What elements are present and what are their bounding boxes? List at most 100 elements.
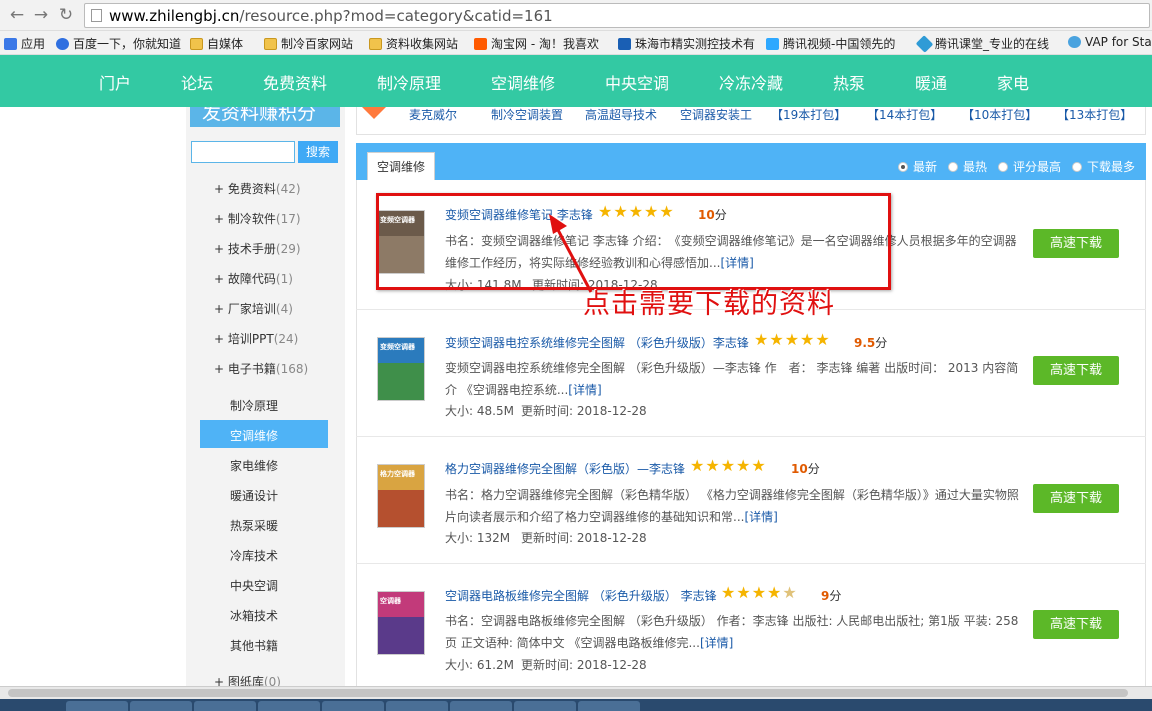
- highlight-box: [376, 193, 891, 290]
- nav-central-ac[interactable]: 中央空调: [605, 70, 669, 94]
- bookmark-tencent-video[interactable]: 腾讯视频-中国领先的: [766, 35, 895, 52]
- book-cover-thumbnail[interactable]: 格力空调器: [377, 464, 425, 528]
- download-button[interactable]: 高速下载: [1033, 484, 1119, 513]
- radio-icon: [898, 162, 908, 172]
- nav-appliance[interactable]: 家电: [997, 70, 1029, 94]
- nav-forum[interactable]: 论坛: [181, 70, 213, 94]
- nav-free-resources[interactable]: 免费资料: [263, 70, 327, 94]
- nav-portal[interactable]: 门户: [99, 70, 131, 94]
- resource-description: 书名：空调器电路板维修完全图解 （彩色升级版） 作者：李志锋 出版社: 人民邮电…: [445, 614, 1019, 650]
- package-link[interactable]: 麦克威尔: [409, 106, 457, 123]
- radio-icon: [1072, 162, 1082, 172]
- bookmark-tencent-class[interactable]: 腾讯课堂_专业的在线: [915, 35, 1049, 53]
- search-input[interactable]: [191, 141, 295, 163]
- bookmark-apps[interactable]: 应用: [4, 35, 45, 52]
- package-link[interactable]: 空调器安装工: [680, 106, 752, 123]
- bookmark-ziliao[interactable]: 资料收集网站: [369, 35, 458, 52]
- site-icon: [618, 38, 631, 50]
- detail-link[interactable]: [详情]: [568, 383, 601, 397]
- package-link[interactable]: 制冷空调装置: [491, 106, 563, 123]
- taskbar-app[interactable]: [258, 701, 320, 711]
- nav-hvac[interactable]: 暖通: [915, 70, 947, 94]
- bookmark-vap[interactable]: VAP for Sta: [1068, 35, 1152, 49]
- taskbar-app[interactable]: [386, 701, 448, 711]
- category-software[interactable]: + 制冷软件(17): [214, 210, 301, 227]
- package-link[interactable]: 高温超导技术: [585, 106, 657, 123]
- sort-hottest[interactable]: 最热: [948, 158, 987, 175]
- resource-score: 9分: [821, 589, 842, 603]
- resource-size: 大小: 132M: [445, 531, 511, 545]
- download-button[interactable]: 高速下载: [1033, 610, 1119, 639]
- diamond-icon: [915, 35, 934, 53]
- folder-icon: [264, 38, 277, 50]
- detail-link[interactable]: [详情]: [700, 636, 733, 650]
- resource-title[interactable]: 格力空调器维修完全图解（彩色版）—李志锋: [445, 460, 685, 477]
- package-link[interactable]: 【19本打包】: [771, 106, 846, 123]
- subcategory-hvac-design[interactable]: 暖通设计: [230, 487, 278, 504]
- resource-title[interactable]: 变频空调器电控系统维修完全图解 （彩色升级版）李志锋: [445, 334, 749, 351]
- subcategory-ac-repair[interactable]: 空调维修: [200, 420, 328, 448]
- resource-updated: 更新时间: 2018-12-28: [521, 658, 647, 672]
- tab-ac-repair[interactable]: 空调维修: [367, 152, 435, 180]
- back-arrow-icon[interactable]: ←: [6, 4, 28, 26]
- subcategory-heat-pump[interactable]: 热泵采暖: [230, 517, 278, 534]
- bookmark-zhuhai[interactable]: 珠海市精实测控技术有: [618, 35, 755, 52]
- page-icon: [91, 9, 102, 22]
- category-training[interactable]: + 厂家培训(4): [214, 300, 293, 317]
- category-fault-code[interactable]: + 故障代码(1): [214, 270, 293, 287]
- subcategory-central-ac[interactable]: 中央空调: [230, 577, 278, 594]
- package-link[interactable]: 【13本打包】: [1057, 106, 1132, 123]
- book-cover-thumbnail[interactable]: 空调器: [377, 591, 425, 655]
- rating-stars-icon: ★★★★★: [754, 330, 831, 349]
- forward-arrow-icon[interactable]: →: [30, 4, 52, 26]
- bookmark-zimeiti[interactable]: 自媒体: [190, 35, 243, 52]
- nav-heat-pump[interactable]: 热泵: [833, 70, 865, 94]
- rating-stars-icon: ★★★★★: [721, 583, 798, 602]
- bookmark-baidu[interactable]: 百度一下，你就知道: [56, 35, 181, 52]
- upload-promo-banner[interactable]: 发资料赚积分: [190, 107, 340, 127]
- taskbar-app[interactable]: [322, 701, 384, 711]
- nav-ac-repair[interactable]: 空调维修: [491, 70, 555, 94]
- resource-title[interactable]: 空调器电路板维修完全图解 （彩色升级版） 李志锋: [445, 587, 717, 604]
- scrollbar-thumb[interactable]: [8, 689, 1128, 697]
- sort-top-rated[interactable]: 评分最高: [998, 158, 1061, 175]
- reload-icon[interactable]: ↻: [55, 4, 77, 26]
- play-icon: [766, 38, 779, 50]
- taskbar-app[interactable]: [66, 701, 128, 711]
- sort-most-downloads[interactable]: 下载最多: [1072, 158, 1135, 175]
- package-link[interactable]: 【14本打包】: [867, 106, 942, 123]
- category-ppt[interactable]: + 培训PPT(24): [214, 330, 298, 347]
- resource-size: 大小: 61.2M: [445, 658, 514, 672]
- resource-description: 书名：格力空调器维修完全图解（彩色精华版） 《格力空调器维修完全图解（彩色精华版…: [445, 488, 1019, 524]
- address-bar[interactable]: www.zhilengbj.cn/resource.php?mod=catego…: [84, 3, 1150, 28]
- search-button[interactable]: 搜索: [298, 141, 338, 163]
- apps-grid-icon: [4, 38, 17, 50]
- package-link[interactable]: 【10本打包】: [962, 106, 1037, 123]
- taskbar-app[interactable]: [130, 701, 192, 711]
- horizontal-scrollbar[interactable]: [0, 686, 1152, 699]
- taskbar-app[interactable]: [578, 701, 640, 711]
- category-manual[interactable]: + 技术手册(29): [214, 240, 301, 257]
- category-free[interactable]: + 免费资料(42): [214, 180, 301, 197]
- bookmark-taobao[interactable]: 淘宝网 - 淘！我喜欢: [474, 35, 599, 52]
- subcategory-fridge[interactable]: 冰箱技术: [230, 607, 278, 624]
- subcategory-refrigeration[interactable]: 制冷原理: [230, 397, 278, 414]
- bookmark-zhilengbaijia[interactable]: 制冷百家网站: [264, 35, 353, 52]
- folder-icon: [190, 38, 203, 50]
- download-button[interactable]: 高速下载: [1033, 229, 1119, 258]
- download-button[interactable]: 高速下载: [1033, 356, 1119, 385]
- sort-newest[interactable]: 最新: [898, 158, 937, 175]
- resource-size: 大小: 48.5M: [445, 404, 514, 418]
- subcategory-other[interactable]: 其他书籍: [230, 637, 278, 654]
- book-cover-thumbnail[interactable]: 变频空调器: [377, 337, 425, 401]
- taobao-icon: [474, 38, 487, 50]
- nav-cold-storage[interactable]: 冷冻冷藏: [719, 70, 783, 94]
- subcategory-cold-storage[interactable]: 冷库技术: [230, 547, 278, 564]
- taskbar-app[interactable]: [450, 701, 512, 711]
- nav-refrigeration-principle[interactable]: 制冷原理: [377, 70, 441, 94]
- taskbar-app[interactable]: [194, 701, 256, 711]
- detail-link[interactable]: [详情]: [744, 510, 777, 524]
- category-ebooks[interactable]: + 电子书籍(168): [214, 360, 308, 377]
- subcategory-appliance[interactable]: 家电维修: [230, 457, 278, 474]
- taskbar-app[interactable]: [514, 701, 576, 711]
